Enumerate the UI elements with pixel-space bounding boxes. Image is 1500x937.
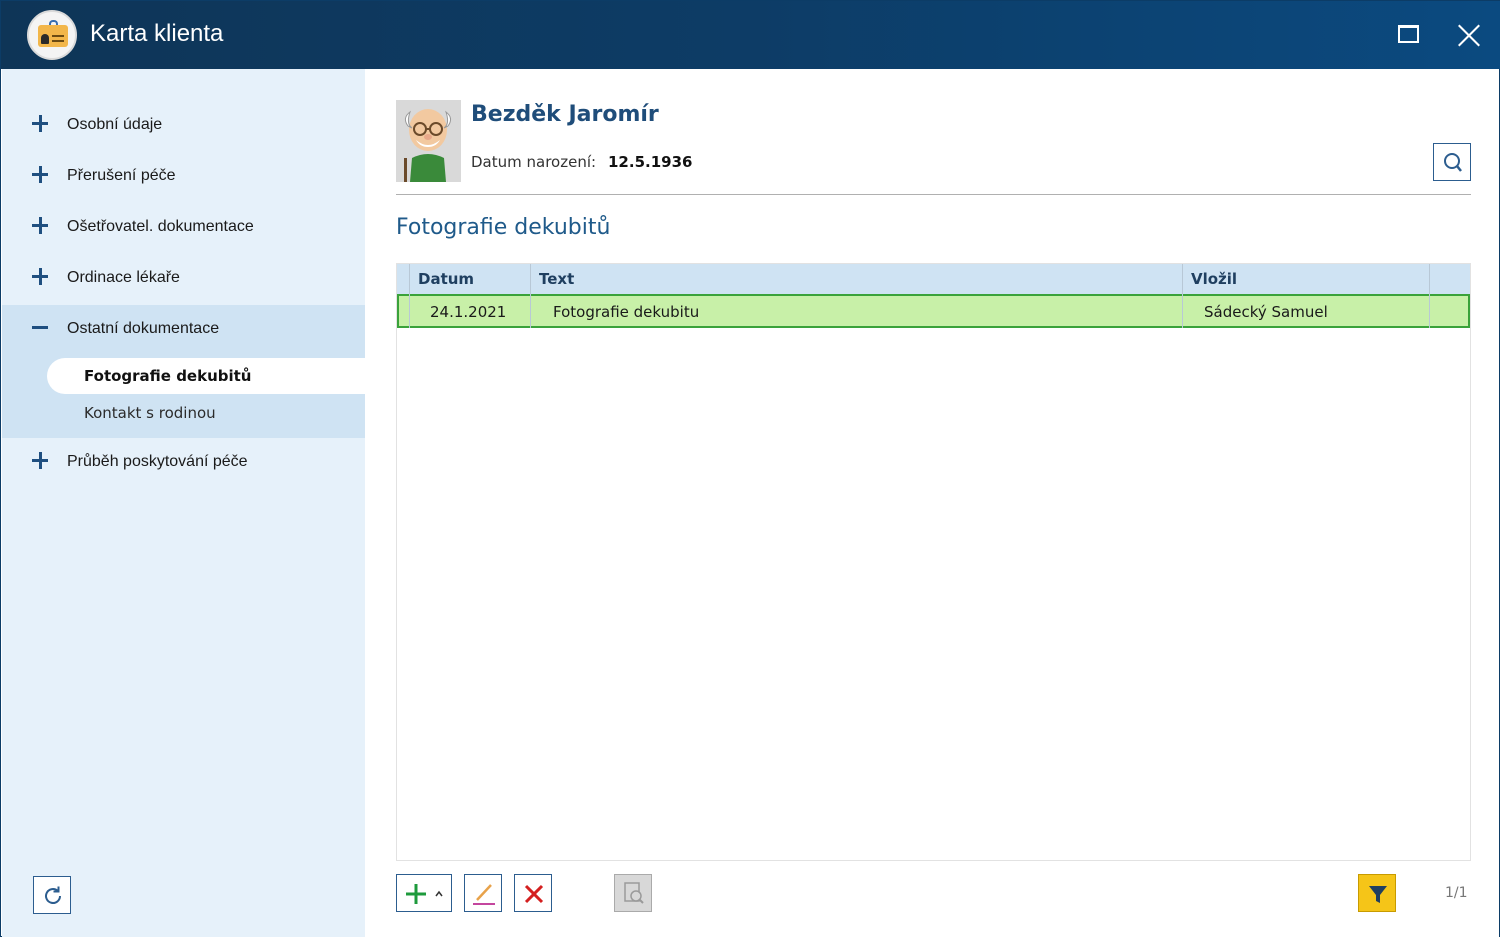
plus-icon bbox=[32, 268, 50, 286]
sidebar-item-label: Ošetřovatel. dokumentace bbox=[67, 218, 254, 235]
plus-icon bbox=[32, 217, 50, 235]
edit-record-button[interactable] bbox=[464, 874, 502, 912]
refresh-icon bbox=[45, 886, 61, 904]
birth-date-value: 12.5.1936 bbox=[608, 153, 693, 171]
column-header-text[interactable]: Text bbox=[539, 270, 574, 288]
sidebar-item-label: Osobní údaje bbox=[67, 116, 163, 133]
sidebar-subitem-pressure-ulcer-photos[interactable]: Fotografie dekubitů bbox=[47, 358, 365, 394]
sidebar-item-care-progress[interactable]: Průběh poskytování péče bbox=[2, 439, 365, 490]
close-button[interactable] bbox=[1451, 17, 1487, 53]
filter-button[interactable] bbox=[1358, 874, 1396, 912]
patient-name: Bezděk Jaromír bbox=[471, 102, 659, 127]
sidebar-item-doctor-office[interactable]: Ordinace lékaře bbox=[2, 255, 365, 306]
elderly-man-avatar-icon bbox=[396, 100, 461, 182]
plus-icon bbox=[32, 166, 50, 184]
pager-indicator: 1/1 bbox=[1445, 885, 1468, 901]
sidebar-item-label: Ordinace lékaře bbox=[67, 269, 180, 286]
column-separator bbox=[1182, 264, 1183, 328]
client-card-window: Karta klienta Osobní údaje Přerušení péč… bbox=[0, 0, 1500, 937]
sidebar-item-personal-data[interactable]: Osobní údaje bbox=[2, 102, 365, 153]
sidebar-item-label: Průběh poskytování péče bbox=[67, 453, 248, 470]
sidebar-item-other-documentation[interactable]: Ostatní dokumentace bbox=[2, 306, 365, 357]
plus-dropdown-icon bbox=[406, 884, 443, 904]
title-bar: Karta klienta bbox=[1, 1, 1500, 69]
column-separator bbox=[409, 264, 410, 328]
filter-funnel-icon bbox=[1369, 886, 1387, 903]
sidebar-group-other-documentation: Ostatní dokumentace Fotografie dekubitů … bbox=[2, 305, 365, 438]
document-search-icon bbox=[624, 882, 644, 904]
birth-date-label: Datum narození: bbox=[471, 153, 597, 171]
window-title: Karta klienta bbox=[90, 20, 224, 47]
cell-date: 24.1.2021 bbox=[430, 303, 507, 321]
pencil-icon bbox=[473, 884, 495, 905]
sidebar-subitem-label: Fotografie dekubitů bbox=[84, 367, 252, 385]
delete-x-icon bbox=[524, 884, 544, 904]
sidebar-subitem-label: Kontakt s rodinou bbox=[84, 404, 216, 422]
add-record-button[interactable] bbox=[396, 874, 452, 912]
cell-text: Fotografie dekubitu bbox=[553, 303, 700, 321]
cell-author: Sádecký Samuel bbox=[1204, 303, 1328, 321]
column-header-author[interactable]: Vložil bbox=[1191, 270, 1237, 288]
table-header: Datum Text Vložil bbox=[397, 264, 1470, 294]
column-separator bbox=[530, 264, 531, 328]
search-button[interactable] bbox=[1433, 143, 1471, 181]
section-title: Fotografie dekubitů bbox=[396, 215, 611, 240]
documents-table: Datum Text Vložil 24.1.2021 Fotografie d… bbox=[396, 263, 1471, 861]
column-header-date[interactable]: Datum bbox=[418, 270, 474, 288]
preview-document-button[interactable] bbox=[614, 874, 652, 912]
table-row[interactable]: 24.1.2021 Fotografie dekubitu Sádecký Sa… bbox=[397, 294, 1470, 328]
maximize-icon bbox=[1398, 25, 1419, 43]
minus-icon bbox=[32, 319, 50, 337]
header-divider bbox=[396, 194, 1471, 195]
sidebar-item-label: Přerušení péče bbox=[67, 167, 176, 184]
sidebar-item-nursing-documentation[interactable]: Ošetřovatel. dokumentace bbox=[2, 204, 365, 255]
main-panel: Bezděk Jaromír Datum narození: 12.5.1936… bbox=[365, 69, 1499, 937]
column-separator bbox=[1429, 264, 1430, 328]
sidebar-subitem-family-contact[interactable]: Kontakt s rodinou bbox=[47, 395, 365, 431]
sidebar: Osobní údaje Přerušení péče Ošetřovatel.… bbox=[2, 69, 365, 937]
sidebar-item-care-interruption[interactable]: Přerušení péče bbox=[2, 153, 365, 204]
plus-icon bbox=[32, 115, 50, 133]
search-icon bbox=[1444, 153, 1462, 172]
sidebar-item-label: Ostatní dokumentace bbox=[67, 320, 220, 337]
delete-record-button[interactable] bbox=[514, 874, 552, 912]
refresh-button[interactable] bbox=[33, 876, 71, 914]
patient-avatar bbox=[396, 100, 461, 182]
client-card-icon bbox=[27, 10, 77, 60]
maximize-button[interactable] bbox=[1391, 17, 1427, 53]
plus-icon bbox=[32, 452, 50, 470]
